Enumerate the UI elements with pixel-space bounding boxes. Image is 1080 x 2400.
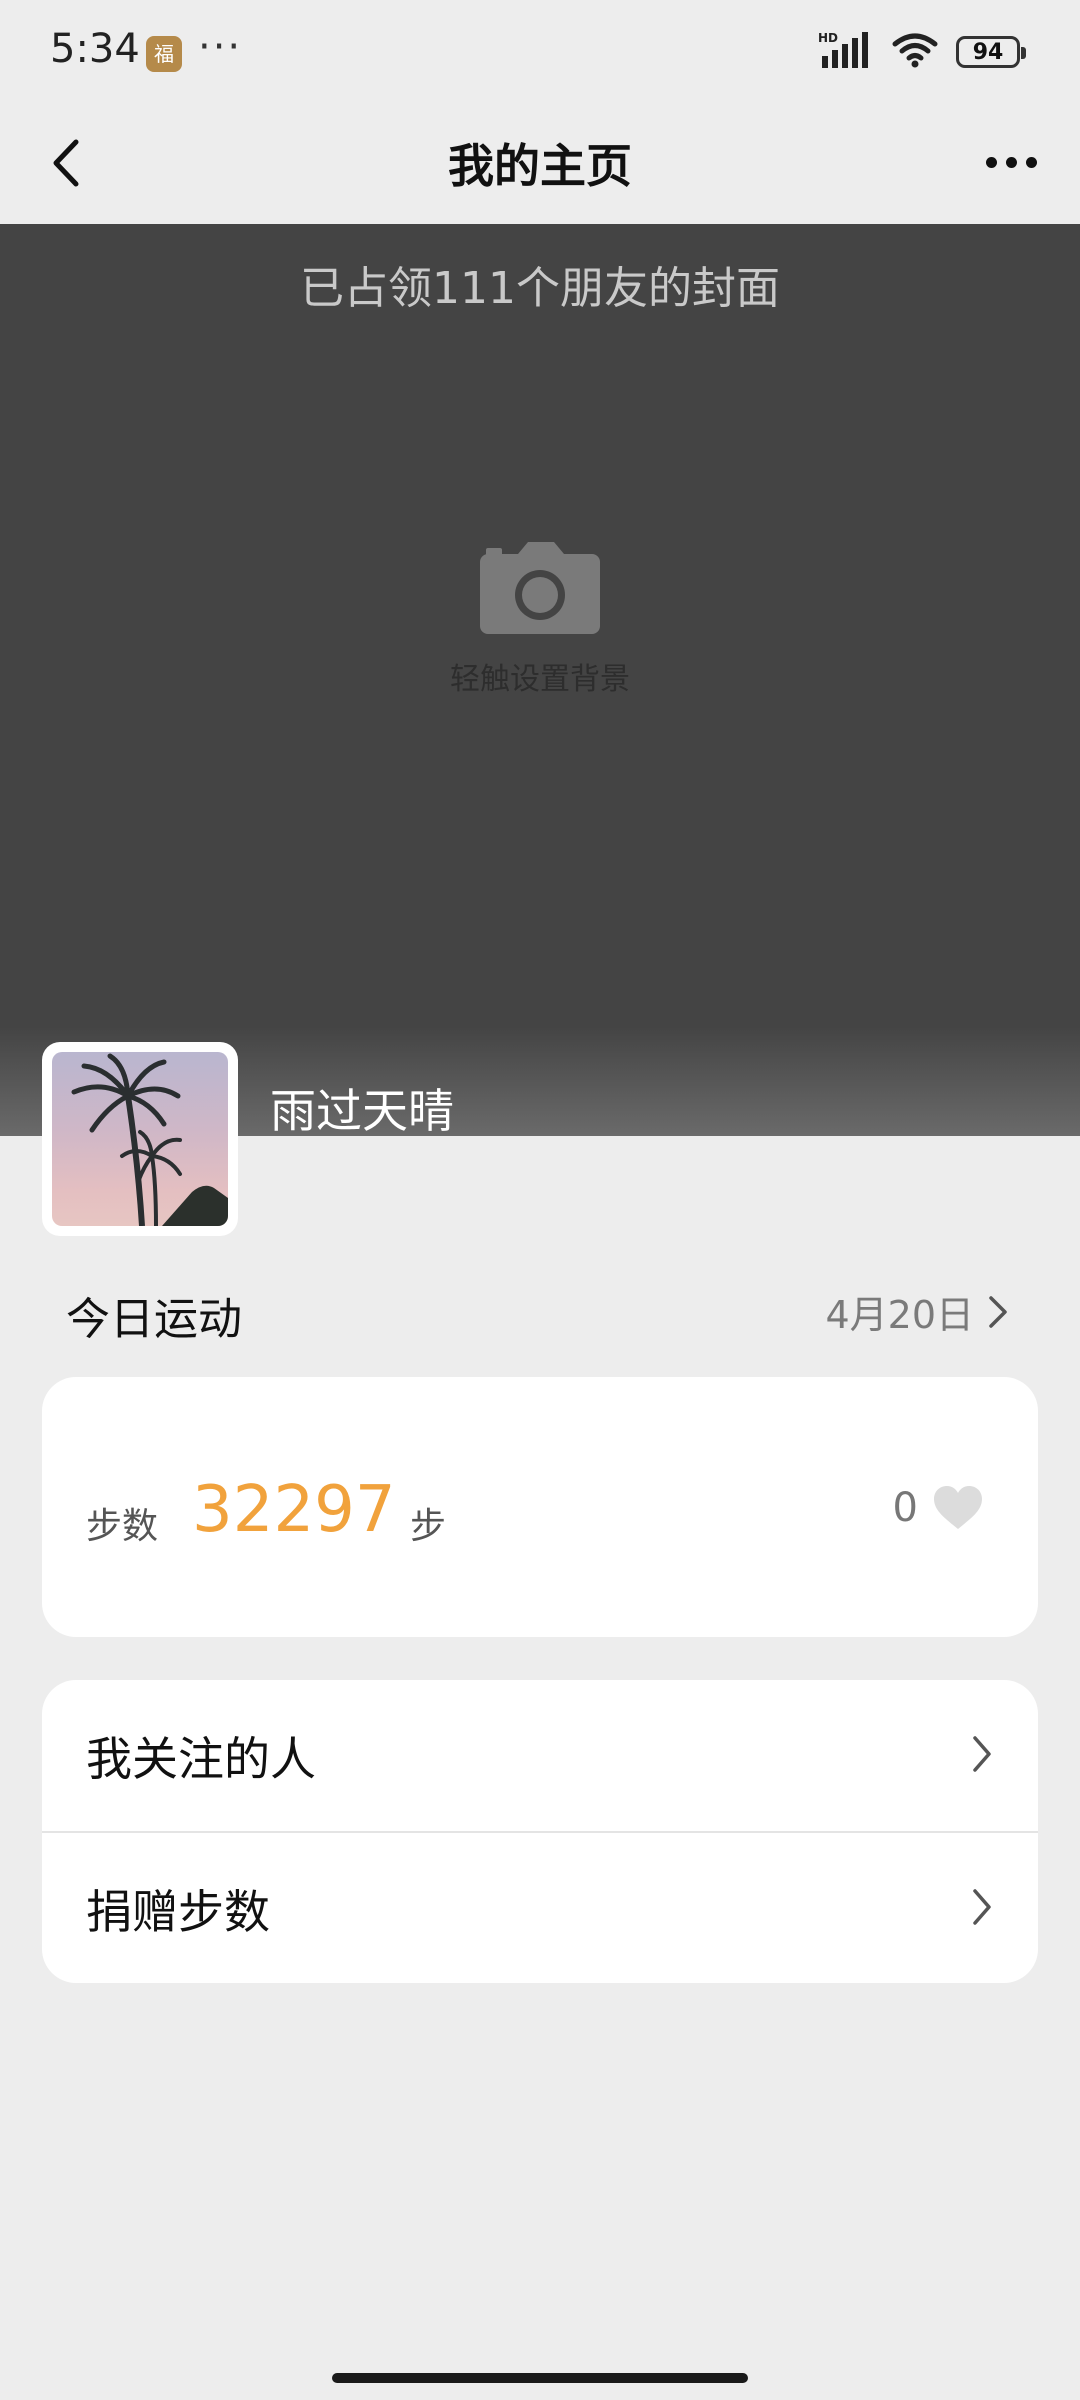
cover-caption: 已占领111个朋友的封面	[300, 263, 780, 314]
today-date-link[interactable]: 4月20日	[825, 1284, 1010, 1339]
steps-unit: 步	[410, 1506, 447, 1547]
battery-level: 94	[972, 39, 1004, 65]
cover-area[interactable]: 已占领111个朋友的封面 轻触设置背景	[0, 224, 1080, 1136]
steps-card[interactable]: 步数 32297 步 0	[42, 1377, 1038, 1637]
wifi-icon	[892, 32, 938, 72]
more-icon-dot	[985, 156, 997, 168]
signal-icon: HD	[818, 30, 874, 74]
status-time: 5:34	[50, 26, 140, 72]
menu-item-donate-steps[interactable]: 捐赠步数	[42, 1831, 1038, 1983]
home-indicator[interactable]	[332, 2373, 748, 2383]
today-date: 4月20日	[825, 1293, 974, 1337]
chevron-right-icon	[989, 1295, 1007, 1328]
battery-icon: 94	[956, 36, 1026, 68]
avatar-image	[52, 1052, 228, 1226]
cover-hint: 轻触设置背景	[450, 662, 630, 697]
status-bar: 5:34 福 ··· HD 94	[0, 0, 1080, 100]
menu-item-label: 我关注的人	[86, 1731, 316, 1786]
heart-icon	[934, 1486, 982, 1529]
more-button[interactable]	[976, 130, 1046, 194]
like-button[interactable]: 0	[893, 1485, 984, 1531]
camera-icon[interactable]	[478, 542, 602, 640]
avatar[interactable]	[42, 1042, 238, 1236]
menu-item-label: 捐赠步数	[86, 1884, 270, 1939]
chevron-right-icon	[973, 1736, 991, 1772]
today-exercise-title: 今日运动	[66, 1294, 242, 1345]
status-overflow-dots: ···	[198, 24, 243, 70]
username: 雨过天晴	[270, 1084, 454, 1138]
page-title: 我的主页	[448, 139, 632, 193]
menu-item-following[interactable]: 我关注的人	[42, 1680, 1038, 1831]
steps-value: 32297	[192, 1473, 396, 1547]
chevron-right-icon	[973, 1889, 991, 1925]
like-count: 0	[892, 1485, 918, 1531]
nav-bar: 我的主页	[0, 100, 1080, 224]
network-label: HD	[818, 31, 838, 45]
app-badge: 福	[146, 36, 182, 72]
steps-label: 步数	[86, 1506, 159, 1547]
status-indicators: HD 94	[818, 30, 1026, 74]
menu-card: 我关注的人 捐赠步数	[42, 1680, 1038, 1983]
more-icon-dot	[1005, 156, 1017, 168]
more-icon-dot	[1025, 156, 1037, 168]
